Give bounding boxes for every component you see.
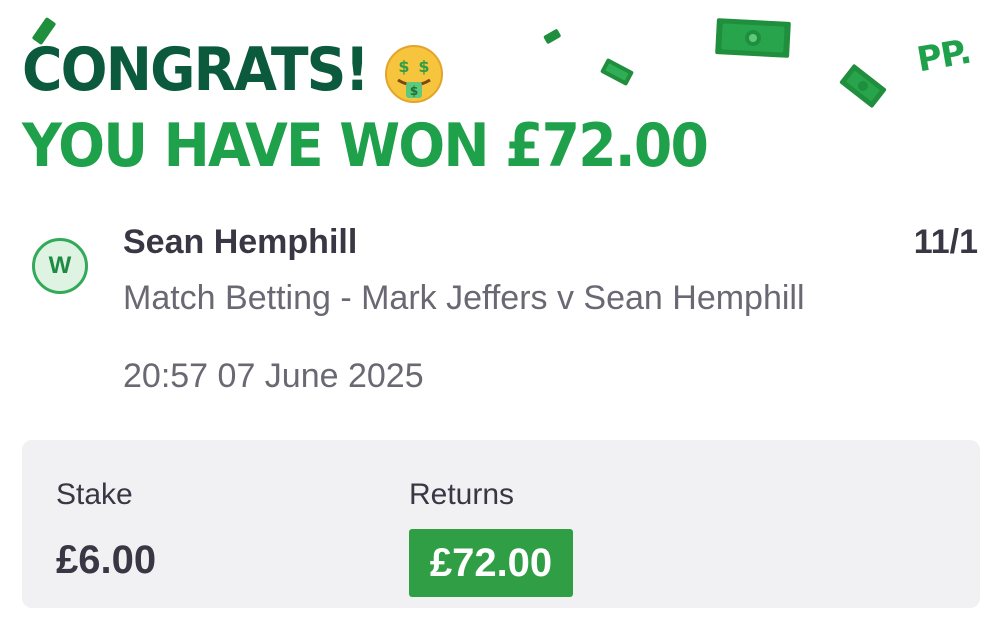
win-status-badge-label: W <box>48 252 72 279</box>
win-status-badge: W <box>32 238 88 294</box>
win-amount-heading: YOU HAVE WON £72.00 <box>22 111 709 181</box>
bet-timestamp: 20:57 07 June 2025 <box>123 357 424 395</box>
returns-badge: £72.00 <box>409 529 573 597</box>
banknote-confetti-icon <box>839 64 887 108</box>
svg-text:$: $ <box>418 57 429 76</box>
banknote-confetti-icon <box>715 18 791 58</box>
market-description: Match Betting - Mark Jeffers v Sean Hemp… <box>123 279 805 317</box>
banknote-confetti-icon <box>600 58 634 86</box>
stake-value: £6.00 <box>56 538 157 582</box>
returns-label: Returns <box>409 478 515 511</box>
stake-label: Stake <box>56 478 133 511</box>
selection-name: Sean Hemphill <box>123 223 358 261</box>
svg-text:$: $ <box>410 84 418 98</box>
bet-win-screen: PP. CONGRATS! $ $ $ YOU HAVE WON £72.00 … <box>0 0 1000 639</box>
banknote-confetti-icon <box>543 29 561 44</box>
money-mouth-face-icon: $ $ $ <box>385 45 443 103</box>
brand-logo: PP. <box>913 31 974 81</box>
odds-value: 11/1 <box>913 223 978 261</box>
bet-summary-panel: Stake £6.00 Returns £72.00 <box>22 440 980 608</box>
svg-text:$: $ <box>398 57 409 76</box>
returns-value: £72.00 <box>429 540 553 585</box>
congrats-heading: CONGRATS! <box>22 35 370 105</box>
